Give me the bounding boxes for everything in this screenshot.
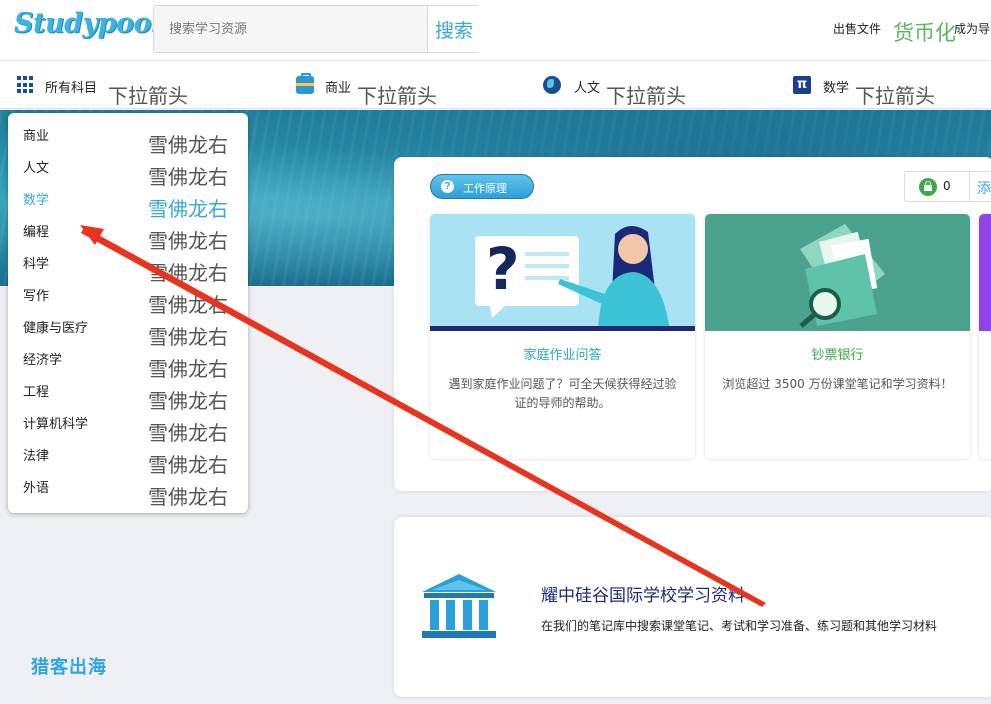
- nav-humanities[interactable]: 人文 下拉箭头: [540, 61, 780, 109]
- nav-label: 人文: [574, 81, 601, 96]
- school-card: 耀中硅谷国际学校学习资料 在我们的笔记库中搜索课堂笔记、考试和学习准备、练习题和…: [394, 517, 991, 697]
- top-header: Studypool 搜索 出售文件 货币化 成为导: [0, 0, 991, 61]
- note-bank-illustration: [705, 214, 970, 331]
- studypool-logo[interactable]: Studypool: [14, 8, 161, 39]
- homework-illustration: ?: [430, 214, 695, 331]
- how-it-works-button[interactable]: ? 工作原理: [430, 174, 534, 199]
- nav-label: 所有科目: [45, 81, 98, 96]
- wallet-widget: 0 添: [904, 171, 991, 202]
- dropdown-arrow-text: 下拉箭头: [357, 84, 437, 108]
- dropdown-item-science[interactable]: 科学 雪佛龙右: [8, 241, 248, 285]
- search-input[interactable]: [154, 6, 426, 52]
- subjects-dropdown-menu: 商业 雪佛龙右 人文 雪佛龙右 数学 雪佛龙右 编程 雪佛龙右 科学 雪佛龙右 …: [8, 113, 248, 513]
- add-funds-link[interactable]: 添: [977, 178, 991, 198]
- dropdown-item-economics[interactable]: 经济学 雪佛龙右: [8, 337, 248, 381]
- services-card: ? 工作原理 0 添 ? 家庭作业问答 遇到家庭作业问题了？可全天候获得经过验证…: [394, 157, 991, 491]
- dropdown-arrow-text: 下拉箭头: [108, 84, 188, 108]
- dropdown-item-writing[interactable]: 写作 雪佛龙右: [8, 273, 248, 317]
- school-description: 在我们的笔记库中搜索课堂笔记、考试和学习准备、练习题和其他学习材料: [541, 619, 938, 633]
- homework-qa-card[interactable]: ? 家庭作业问答 遇到家庭作业问题了？可全天候获得经过验证的导师的帮助。: [430, 214, 695, 459]
- search-button[interactable]: 搜索: [427, 6, 480, 52]
- note-bank-card[interactable]: 钞票银行 浏览超过 3500 万份课堂笔记和学习资料！: [705, 214, 970, 459]
- become-tutor-link[interactable]: 成为导: [954, 20, 990, 37]
- nav-label: 数学: [823, 81, 850, 96]
- feature-title: 钞票银行: [811, 348, 864, 363]
- dropdown-item-business[interactable]: 商业 雪佛龙右: [8, 113, 248, 157]
- grid-icon: [17, 76, 35, 94]
- nav-math[interactable]: π 数学 下拉箭头: [790, 61, 991, 109]
- dropdown-item-humanities[interactable]: 人文 雪佛龙右: [8, 145, 248, 189]
- svg-text:?: ?: [486, 235, 520, 303]
- feature-desc: 浏览超过 3500 万份课堂笔记和学习资料！: [722, 377, 953, 391]
- chevron-right-text: 雪佛龙右: [148, 485, 228, 509]
- school-building-icon: [422, 574, 496, 638]
- briefcase-icon: [296, 73, 314, 94]
- feature-desc: 遇到家庭作业问题了？可全天候获得经过验证的导师的帮助。: [448, 377, 677, 410]
- watermark: 猎客出海: [31, 657, 107, 678]
- nav-business[interactable]: 商业 下拉箭头: [290, 61, 530, 109]
- sell-documents-link[interactable]: 出售文件: [833, 20, 881, 37]
- school-title[interactable]: 耀中硅谷国际学校学习资料: [541, 581, 745, 606]
- dropdown-arrow-text: 下拉箭头: [606, 84, 686, 108]
- third-feature-card[interactable]: [979, 214, 991, 459]
- dropdown-arrow-text: 下拉箭头: [855, 84, 935, 108]
- nav-label: 商业: [325, 81, 352, 96]
- dropdown-item-engineering[interactable]: 工程 雪佛龙右: [8, 369, 248, 413]
- dropdown-item-law[interactable]: 法律 雪佛龙右: [8, 433, 248, 477]
- dropdown-item-health[interactable]: 健康与医疗 雪佛龙右: [8, 305, 248, 349]
- category-nav: 所有科目 下拉箭头 商业 下拉箭头 人文 下拉箭头 π 数学 下拉箭头: [0, 61, 991, 109]
- dropdown-item-math[interactable]: 数学 雪佛龙右: [8, 177, 248, 221]
- globe-icon: [543, 76, 561, 94]
- search-bar: 搜索: [153, 5, 480, 53]
- dropdown-item-computer-science[interactable]: 计算机科学 雪佛龙右: [8, 401, 248, 445]
- question-icon: ?: [441, 180, 454, 193]
- dropdown-item-programming[interactable]: 编程 雪佛龙右: [8, 209, 248, 253]
- monetize-link[interactable]: 货币化: [893, 17, 956, 47]
- pi-icon: π: [793, 76, 811, 94]
- dropdown-item-foreign-language[interactable]: 外语 雪佛龙右: [8, 465, 248, 509]
- wallet-count: 0: [943, 179, 951, 193]
- lock-icon: [919, 178, 937, 196]
- nav-all-subjects[interactable]: 所有科目 下拉箭头: [0, 61, 260, 109]
- feature-title: 家庭作业问答: [523, 348, 602, 363]
